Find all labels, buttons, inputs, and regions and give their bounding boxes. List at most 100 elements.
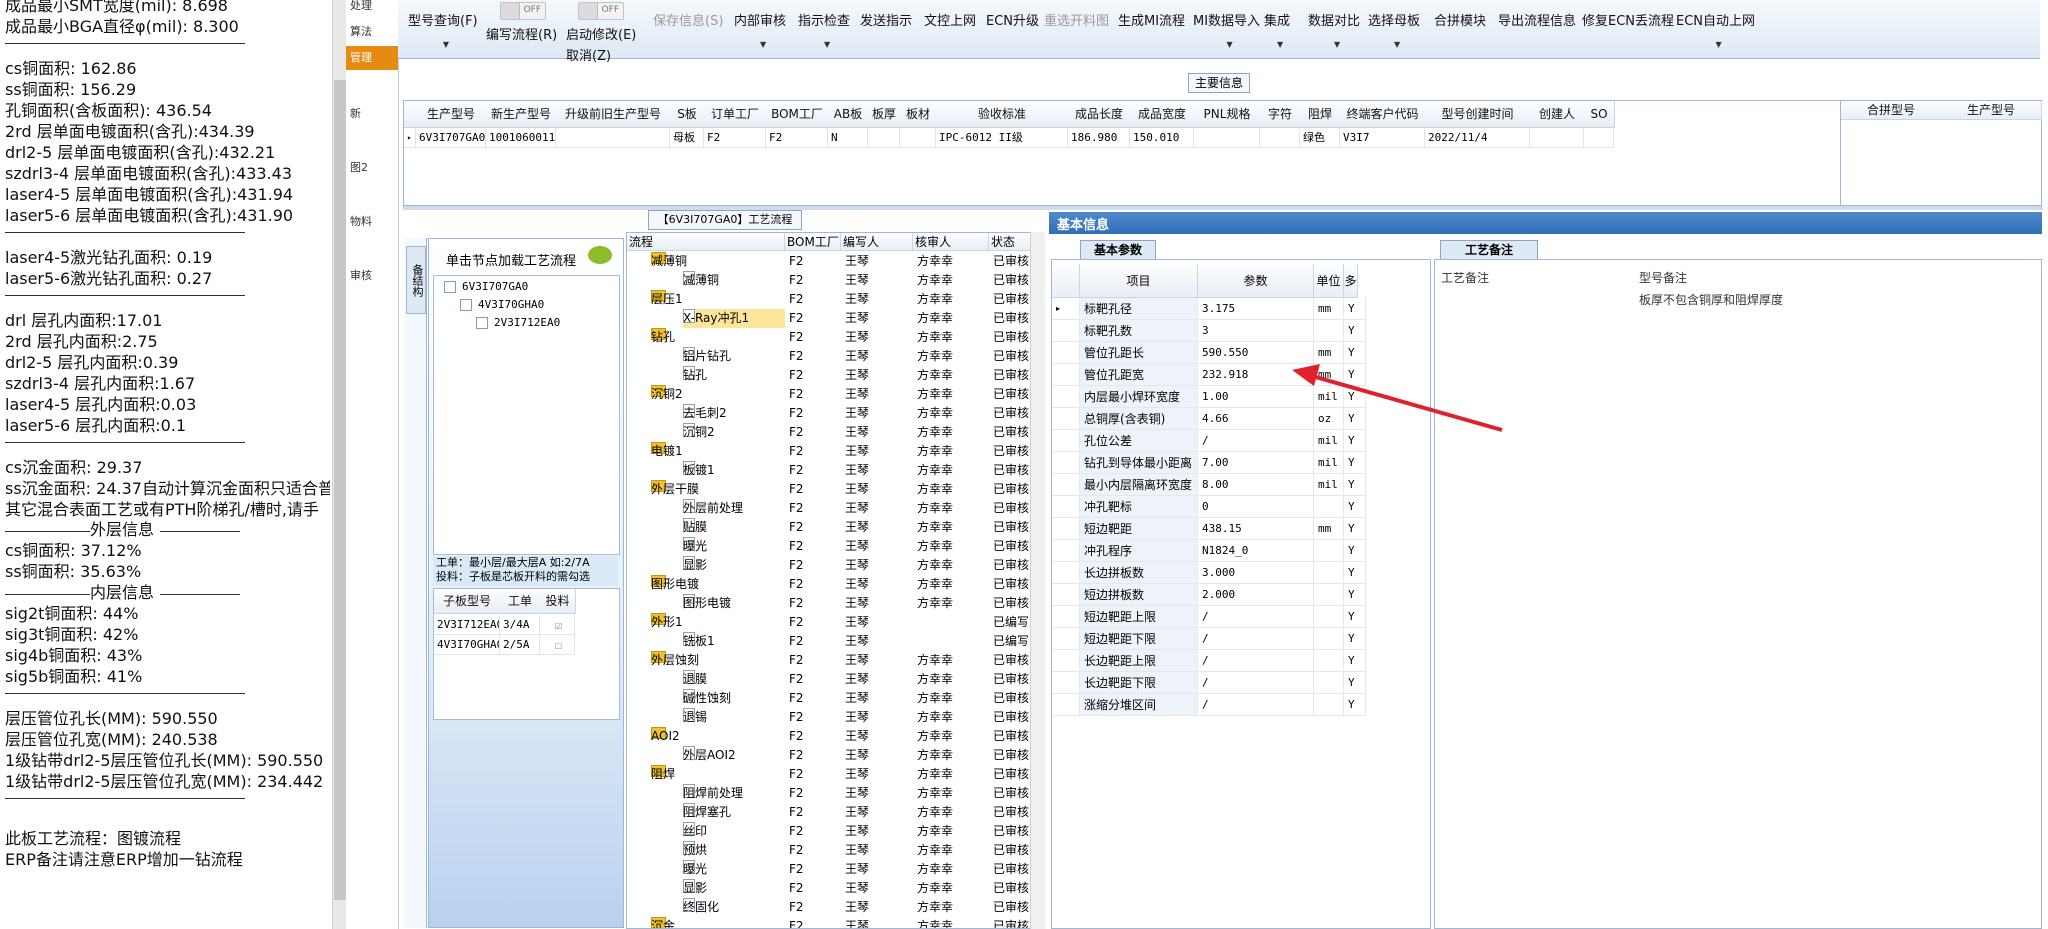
module-item[interactable]: 图2 [346,156,398,180]
process-row[interactable]: 退膜 F2 王琴 方幸幸 已审核 [627,670,1031,689]
process-name[interactable]: 板镀1 [683,461,785,480]
grid-cell[interactable]: 3/4A [500,615,540,635]
process-row[interactable]: 碱性蚀刻 F2 王琴 方幸幸 已审核 [627,689,1031,708]
param-value[interactable]: N1824_0 [1198,540,1314,562]
param-value[interactable]: / [1198,694,1314,716]
toolbar-button[interactable]: OFF 启动修改(E) 取消(Z) [566,2,636,64]
switch-knob[interactable] [501,3,520,19]
param-value[interactable]: 3 [1198,320,1314,342]
toolbar-button[interactable]: 内部审核 ▼ [734,10,786,49]
process-name[interactable]: X-Ray冲孔1 [683,309,785,328]
process-row[interactable]: 沉铜2 F2 王琴 方幸幸 已审核 [627,385,1031,404]
grid-cell[interactable]: 4V3I70GHA0 [434,635,500,655]
process-name[interactable]: 铝片钻孔 [683,347,785,366]
toolbar-button[interactable]: 数据对比 ▼ [1308,10,1360,49]
process-name[interactable]: 铣板1 [683,632,785,651]
toolbar-button[interactable]: 生成MI流程 [1118,10,1185,29]
column-header[interactable]: 阻焊 [1300,101,1341,128]
module-item[interactable]: 审核 [346,264,398,288]
process-name[interactable]: 曝光 [683,860,785,879]
process-name[interactable]: 退膜 [683,670,785,689]
grid-cell[interactable]: F2 [766,128,828,148]
toolbar-button[interactable]: 合拼模块 [1434,10,1486,29]
column-header[interactable]: 核审人 [913,233,989,251]
tree-node-label[interactable]: 6V3I707GA0 [462,280,528,293]
process-row[interactable]: 外层蚀刻 F2 王琴 方幸幸 已审核 [627,651,1031,670]
process-name[interactable]: 图形电镀 [683,594,785,613]
chevron-down-icon[interactable]: ▼ [1227,40,1233,49]
chevron-down-icon[interactable]: ▼ [1394,40,1400,49]
param-row[interactable]: 标靶孔数 3 Y [1052,320,1428,342]
process-name[interactable]: 沉铜2 [651,385,785,404]
process-name[interactable]: 显影 [683,879,785,898]
switch-knob[interactable] [579,3,598,19]
process-row[interactable]: 外形1 F2 王琴 已编写 [627,613,1031,632]
process-name[interactable]: 层压1 [651,290,785,309]
process-name[interactable]: AOI2 [651,727,785,746]
grid-cell[interactable]: F2 [704,128,766,148]
feed-checkbox[interactable]: ☐ [540,635,575,655]
column-header[interactable]: 字符 [1260,101,1301,128]
grid-cell[interactable]: 6V3I707GA0 [416,128,486,148]
process-row[interactable]: 铝片钻孔 F2 王琴 方幸幸 已审核 [627,347,1031,366]
notes-scroll-thumb[interactable] [334,80,346,900]
column-header[interactable]: S板 [670,101,705,128]
param-value[interactable]: 438.15 [1198,518,1314,540]
process-row[interactable]: 图形电镀 F2 王琴 方幸幸 已审核 [627,575,1031,594]
param-value[interactable]: 2.000 [1198,584,1314,606]
process-name[interactable]: 钻孔 [683,366,785,385]
tab-basic-params[interactable]: 基本参数 [1080,240,1156,260]
toolbar-button[interactable]: OFF 编写流程(R) [486,2,557,43]
param-row[interactable]: 最小内层隔离环宽度 8.00 mil Y [1052,474,1428,496]
process-row[interactable]: 层压1 F2 王琴 方幸幸 已审核 [627,290,1031,309]
column-header[interactable]: 工单 [500,589,541,614]
process-name[interactable]: 外层前处理 [683,499,785,518]
process-name[interactable]: 钻孔 [651,328,785,347]
process-name[interactable]: 贴膜 [683,518,785,537]
grid-cell[interactable]: 150.010 [1130,128,1194,148]
toolbar-button[interactable]: 集成 ▼ [1264,10,1290,49]
process-row[interactable]: 贴膜 F2 王琴 方幸幸 已审核 [627,518,1031,537]
chevron-down-icon[interactable]: ▼ [824,40,830,49]
structure-tab-label[interactable]: 备结构 [406,246,426,314]
process-row[interactable]: 电镀1 F2 王琴 方幸幸 已审核 [627,442,1031,461]
process-name[interactable]: 退锡 [683,708,785,727]
chat-bubble-icon[interactable] [588,246,612,264]
notes-scrollbar[interactable] [332,0,347,929]
column-header[interactable]: 项目 [1080,264,1198,298]
grid-cell[interactable] [900,128,936,148]
process-name[interactable]: 沉铜2 [683,423,785,442]
column-header[interactable]: 升级前旧生产型号 [556,101,671,128]
process-row[interactable]: 减薄铜 F2 王琴 方幸幸 已审核 [627,271,1031,290]
param-value[interactable]: / [1198,628,1314,650]
column-header[interactable]: 编写人 [841,233,913,251]
process-row[interactable]: 外层干膜 F2 王琴 方幸幸 已审核 [627,480,1031,499]
process-row[interactable]: 阻焊 F2 王琴 方幸幸 已审核 [627,765,1031,784]
column-header[interactable]: 合拼型号 [1841,101,1942,120]
param-row[interactable]: 冲孔靶标 0 Y [1052,496,1428,518]
param-row[interactable]: 长边拼板数 3.000 Y [1052,562,1428,584]
process-row[interactable]: 钻孔 F2 王琴 方幸幸 已审核 [627,328,1031,347]
toolbar-button[interactable]: 选择母板 ▼ [1368,10,1420,49]
process-row[interactable]: 沉铜2 F2 王琴 方幸幸 已审核 [627,423,1031,442]
column-header[interactable]: 多 [1344,264,1358,298]
toggle-switch[interactable]: OFF [578,2,624,20]
process-name[interactable]: 曝光 [683,537,785,556]
grid-cell[interactable] [1530,128,1584,148]
toggle-switch[interactable]: OFF [500,2,546,20]
process-row[interactable]: 阻焊塞孔 F2 王琴 方幸幸 已审核 [627,803,1031,822]
process-name[interactable]: 丝印 [683,822,785,841]
tree-node-label[interactable]: 4V3I70GHA0 [478,298,544,311]
process-row[interactable]: 曝光 F2 王琴 方幸幸 已审核 [627,537,1031,556]
toolbar-button[interactable]: 文控上网 [924,10,976,29]
process-row[interactable]: 钻孔 F2 王琴 方幸幸 已审核 [627,366,1031,385]
column-header[interactable]: 成品长度 [1068,101,1131,128]
toolbar-button[interactable]: 修复ECN丢流程 [1582,10,1674,29]
process-name[interactable]: 碱性蚀刻 [683,689,785,708]
module-item[interactable]: 算法 [346,20,398,44]
grid-cell[interactable] [1194,128,1260,148]
tab-process-remark[interactable]: 工艺备注 [1440,240,1538,260]
process-name[interactable]: 终固化 [683,898,785,917]
param-row[interactable]: 短边靶距 438.15 mm Y [1052,518,1428,540]
process-row[interactable]: 减薄铜 F2 王琴 方幸幸 已审核 [627,252,1031,271]
